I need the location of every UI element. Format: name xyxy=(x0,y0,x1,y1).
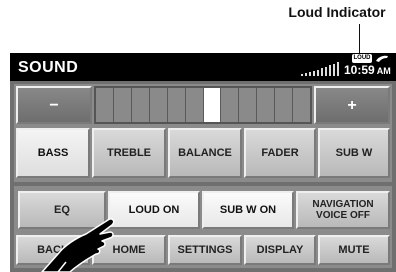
slider-segment xyxy=(167,88,186,122)
tab-sub-w[interactable]: SUB W xyxy=(318,128,390,178)
navigation-voice-off-button[interactable]: NAVIGATION VOICE OFF xyxy=(296,191,390,229)
tab-fader[interactable]: FADER xyxy=(244,128,316,178)
loud-indicator-badge: LOUD xyxy=(352,54,372,63)
slider-segment xyxy=(113,88,132,122)
minus-button[interactable]: − xyxy=(16,86,92,124)
tab-bass[interactable]: BASS xyxy=(16,128,90,178)
level-slider[interactable] xyxy=(94,86,312,124)
slider-segment xyxy=(293,88,311,122)
sub-w-on-button[interactable]: SUB W ON xyxy=(202,191,294,229)
mute-button[interactable]: MUTE xyxy=(318,235,390,265)
clock-time: 10:59 xyxy=(344,63,375,77)
slider-segment xyxy=(257,88,276,122)
slider-indicator xyxy=(203,88,222,122)
slider-segment xyxy=(185,88,204,122)
slider-segment xyxy=(96,88,114,122)
tab-treble[interactable]: TREBLE xyxy=(92,128,166,178)
slider-segment xyxy=(131,88,150,122)
tab-balance[interactable]: BALANCE xyxy=(168,128,242,178)
signal-strength-icon xyxy=(301,62,341,76)
page-title: SOUND xyxy=(18,59,79,76)
clock: 10:59 AM xyxy=(344,63,391,77)
slider-segment xyxy=(149,88,168,122)
slider-segment xyxy=(275,88,294,122)
settings-button[interactable]: SETTINGS xyxy=(168,235,242,265)
callout-leader-line xyxy=(359,24,360,55)
display-button[interactable]: DISPLAY xyxy=(244,235,316,265)
phone-icon xyxy=(376,55,388,62)
header-bar: SOUND LOUD 10:59 AM xyxy=(10,53,396,81)
slider-segment xyxy=(239,88,258,122)
pointing-hand-icon xyxy=(41,218,115,272)
loud-indicator-callout: Loud Indicator xyxy=(288,4,386,20)
clock-ampm: AM xyxy=(376,66,391,76)
plus-button[interactable]: + xyxy=(314,86,390,124)
slider-segment xyxy=(221,88,240,122)
